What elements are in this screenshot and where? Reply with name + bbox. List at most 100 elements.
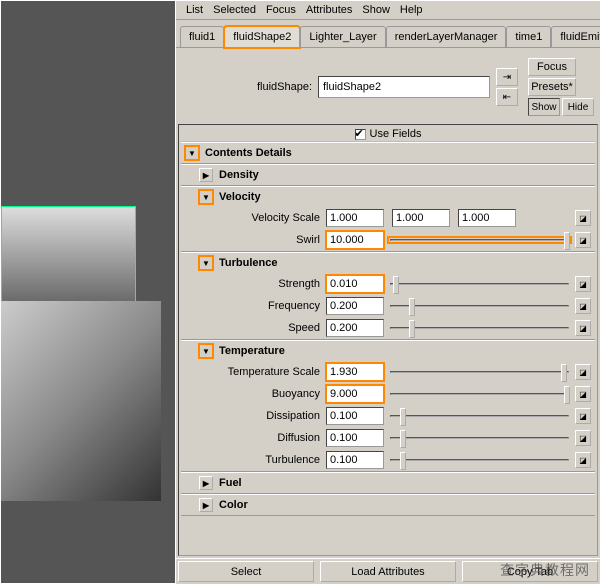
show-button[interactable]: Show bbox=[528, 98, 560, 116]
temperature-header[interactable]: Temperature bbox=[181, 341, 595, 361]
section-turbulence: Turbulence Strength ◪ Frequency ◪ Speed … bbox=[181, 252, 595, 340]
presets-button[interactable]: Presets* bbox=[528, 78, 576, 96]
frequency-slider[interactable] bbox=[390, 297, 569, 315]
density-header[interactable]: Density bbox=[181, 165, 595, 185]
connection-icon[interactable]: ◪ bbox=[575, 408, 591, 424]
menu-list[interactable]: List bbox=[186, 4, 203, 16]
strength-label: Strength bbox=[185, 278, 320, 290]
swirl-input[interactable] bbox=[326, 231, 384, 249]
connection-icon[interactable]: ◪ bbox=[575, 298, 591, 314]
connection-icon[interactable]: ◪ bbox=[575, 232, 591, 248]
menu-attributes[interactable]: Attributes bbox=[306, 4, 352, 16]
velocity-header[interactable]: Velocity bbox=[181, 187, 595, 207]
bottom-button-bar: Select Load Attributes Copy Tab bbox=[176, 558, 600, 584]
temperature-scale-row: Temperature Scale ◪ bbox=[181, 361, 595, 383]
turbulence-attr-row: Turbulence ◪ bbox=[181, 449, 595, 471]
speed-slider[interactable] bbox=[390, 319, 569, 337]
diffusion-input[interactable] bbox=[326, 429, 384, 447]
buoyancy-input[interactable] bbox=[326, 385, 384, 403]
viewport-3d[interactable] bbox=[0, 0, 176, 584]
section-density: Density bbox=[181, 164, 595, 186]
velocity-scale-row: Velocity Scale ◪ bbox=[181, 207, 595, 229]
buoyancy-row: Buoyancy ◪ bbox=[181, 383, 595, 405]
turbulence-attr-slider[interactable] bbox=[390, 451, 569, 469]
section-color: Color bbox=[181, 494, 595, 516]
connection-icon[interactable]: ◪ bbox=[575, 430, 591, 446]
velocity-scale-z-input[interactable] bbox=[458, 209, 516, 227]
turbulence-attr-label: Turbulence bbox=[185, 454, 320, 466]
temperature-scale-input[interactable] bbox=[326, 363, 384, 381]
temperature-scale-label: Temperature Scale bbox=[185, 366, 320, 378]
velocity-scale-x-input[interactable] bbox=[326, 209, 384, 227]
section-fuel: Fuel bbox=[181, 472, 595, 494]
menu-focus[interactable]: Focus bbox=[266, 4, 296, 16]
dissipation-slider[interactable] bbox=[390, 407, 569, 425]
node-name-input[interactable] bbox=[318, 76, 490, 98]
use-fields-checkbox[interactable] bbox=[355, 129, 366, 140]
dissipation-input[interactable] bbox=[326, 407, 384, 425]
strength-row: Strength ◪ bbox=[181, 273, 595, 295]
menu-bar: List Selected Focus Attributes Show Help bbox=[176, 0, 600, 20]
strength-slider[interactable] bbox=[390, 275, 569, 293]
hide-button[interactable]: Hide bbox=[562, 98, 594, 116]
color-header[interactable]: Color bbox=[181, 495, 595, 515]
tab-time1[interactable]: time1 bbox=[506, 26, 551, 47]
expand-arrow-icon[interactable] bbox=[185, 146, 199, 160]
expand-arrow-icon[interactable] bbox=[199, 498, 213, 512]
tab-renderlayermanager[interactable]: renderLayerManager bbox=[386, 26, 507, 47]
connection-icon[interactable]: ◪ bbox=[575, 386, 591, 402]
swirl-slider[interactable] bbox=[390, 231, 569, 249]
use-fields-row: Use Fields bbox=[181, 127, 595, 142]
tab-lighter-layer[interactable]: Lighter_Layer bbox=[300, 26, 385, 47]
connection-icon[interactable]: ◪ bbox=[575, 364, 591, 380]
swirl-label: Swirl bbox=[185, 234, 320, 246]
velocity-scale-label: Velocity Scale bbox=[185, 212, 320, 224]
buoyancy-label: Buoyancy bbox=[185, 388, 320, 400]
attributes-scroll-area[interactable]: Use Fields Contents Details Density Velo… bbox=[178, 124, 598, 556]
velocity-scale-y-input[interactable] bbox=[392, 209, 450, 227]
frequency-input[interactable] bbox=[326, 297, 384, 315]
menu-selected[interactable]: Selected bbox=[213, 4, 256, 16]
attribute-editor-panel: List Selected Focus Attributes Show Help… bbox=[176, 0, 600, 584]
section-contents-details: Contents Details bbox=[181, 142, 595, 164]
copy-tab-button[interactable]: Copy Tab bbox=[462, 561, 598, 582]
scene-geometry bbox=[1, 301, 161, 501]
speed-input[interactable] bbox=[326, 319, 384, 337]
connection-icon[interactable]: ◪ bbox=[575, 320, 591, 336]
expand-arrow-icon[interactable] bbox=[199, 476, 213, 490]
connection-icon[interactable]: ◪ bbox=[575, 452, 591, 468]
fuel-header[interactable]: Fuel bbox=[181, 473, 595, 493]
expand-arrow-icon[interactable] bbox=[199, 168, 213, 182]
contents-details-header[interactable]: Contents Details bbox=[181, 143, 595, 163]
expand-arrow-icon[interactable] bbox=[199, 256, 213, 270]
node-header: fluidShape: ⇥ ⇤ Focus Presets* Show Hide bbox=[176, 48, 600, 122]
swirl-row: Swirl ◪ bbox=[181, 229, 595, 251]
menu-help[interactable]: Help bbox=[400, 4, 423, 16]
strength-input[interactable] bbox=[326, 275, 384, 293]
tab-fluid1[interactable]: fluid1 bbox=[180, 26, 224, 47]
expand-arrow-icon[interactable] bbox=[199, 344, 213, 358]
node-tab-bar: fluid1 fluidShape2 Lighter_Layer renderL… bbox=[176, 20, 600, 48]
speed-label: Speed bbox=[185, 322, 320, 334]
use-fields-label: Use Fields bbox=[370, 128, 422, 140]
connection-icon[interactable]: ◪ bbox=[575, 276, 591, 292]
load-attributes-button[interactable]: Load Attributes bbox=[320, 561, 456, 582]
frequency-label: Frequency bbox=[185, 300, 320, 312]
connection-icon[interactable]: ◪ bbox=[575, 210, 591, 226]
select-button[interactable]: Select bbox=[178, 561, 314, 582]
turbulence-attr-input[interactable] bbox=[326, 451, 384, 469]
menu-show[interactable]: Show bbox=[362, 4, 390, 16]
tab-fluidshape2[interactable]: fluidShape2 bbox=[224, 26, 300, 48]
turbulence-header[interactable]: Turbulence bbox=[181, 253, 595, 273]
fluid-container-wireframe bbox=[1, 206, 136, 306]
diffusion-slider[interactable] bbox=[390, 429, 569, 447]
expand-arrow-icon[interactable] bbox=[199, 190, 213, 204]
buoyancy-slider[interactable] bbox=[390, 385, 569, 403]
tab-fluidemitter1[interactable]: fluidEmitter1 bbox=[551, 26, 600, 47]
diffusion-label: Diffusion bbox=[185, 432, 320, 444]
focus-button[interactable]: Focus bbox=[528, 58, 576, 76]
node-name-label: fluidShape: bbox=[182, 81, 312, 93]
go-output-icon[interactable]: ⇤ bbox=[496, 88, 518, 106]
temperature-scale-slider[interactable] bbox=[390, 363, 569, 381]
go-input-icon[interactable]: ⇥ bbox=[496, 68, 518, 86]
